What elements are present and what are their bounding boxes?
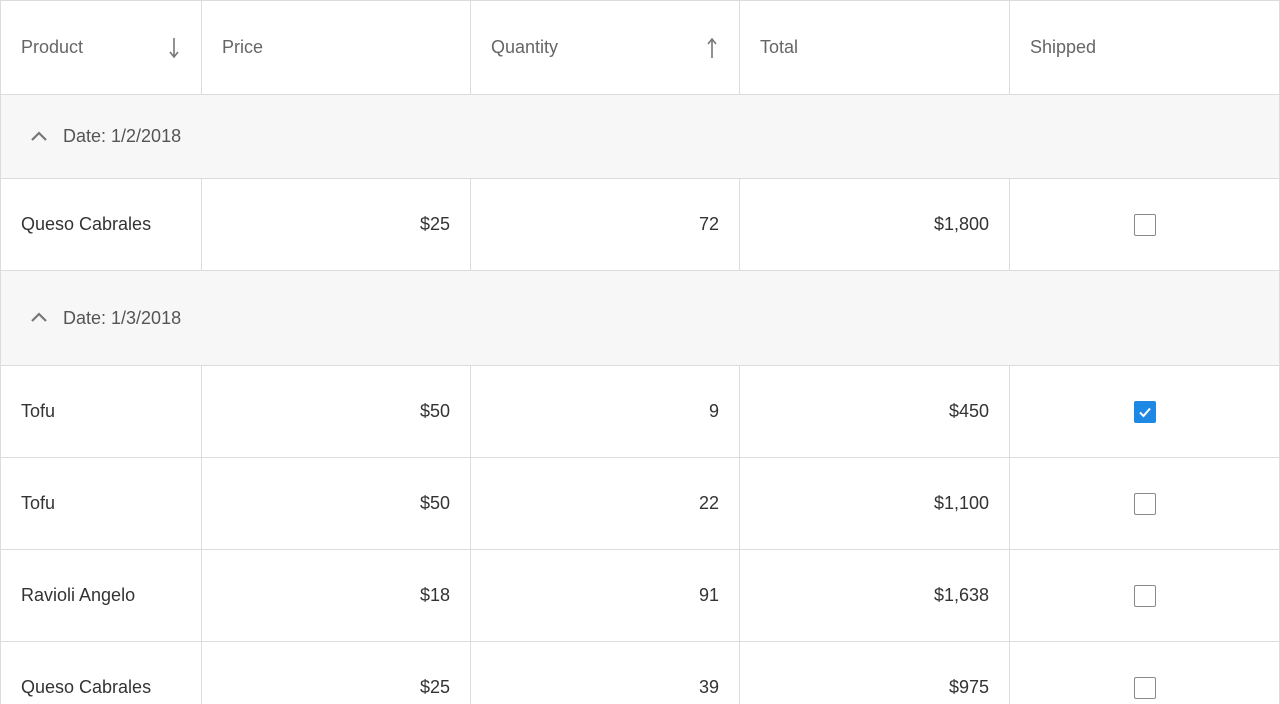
cell-quantity: 9: [471, 366, 740, 457]
cell-total: $975: [740, 642, 1010, 704]
cell-price: $25: [202, 179, 471, 270]
cell-total: $1,800: [740, 179, 1010, 270]
shipped-checkbox[interactable]: [1133, 400, 1156, 423]
shipped-checkbox[interactable]: [1133, 492, 1156, 515]
shipped-checkbox[interactable]: [1133, 584, 1156, 607]
checkmark-icon: [1138, 407, 1151, 417]
column-header-label: Price: [222, 37, 264, 57]
cell-price: $25: [202, 642, 471, 704]
group-row[interactable]: Date: 1/3/2018: [1, 271, 1279, 366]
cell-total: $1,638: [740, 550, 1010, 641]
column-header-quantity[interactable]: Quantity: [471, 1, 740, 94]
cell-product: Tofu: [1, 366, 202, 457]
column-header-shipped[interactable]: Shipped: [1010, 1, 1279, 94]
table-row[interactable]: Tofu $50 22 $1,100: [1, 458, 1279, 550]
chevron-up-icon[interactable]: [27, 125, 51, 149]
chevron-up-icon[interactable]: [27, 306, 51, 330]
shipped-checkbox[interactable]: [1133, 676, 1156, 699]
column-header-label: Product: [21, 37, 84, 57]
column-header-product[interactable]: Product: [1, 1, 202, 94]
cell-shipped: [1010, 366, 1279, 457]
column-header-price[interactable]: Price: [202, 1, 471, 94]
cell-total: $450: [740, 366, 1010, 457]
table-row[interactable]: Tofu $50 9 $450: [1, 366, 1279, 458]
cell-quantity: 39: [471, 642, 740, 704]
group-label: Date: 1/3/2018: [63, 307, 182, 328]
cell-quantity: 91: [471, 550, 740, 641]
group-label: Date: 1/2/2018: [63, 126, 182, 146]
column-header-label: Shipped: [1030, 37, 1097, 57]
shipped-checkbox[interactable]: [1133, 213, 1156, 236]
cell-price: $50: [202, 366, 471, 457]
table-row[interactable]: Ravioli Angelo $18 91 $1,638: [1, 550, 1279, 642]
group-row[interactable]: Date: 1/2/2018: [1, 95, 1279, 179]
table-row[interactable]: Queso Cabrales $25 72 $1,800: [1, 179, 1279, 271]
cell-product: Queso Cabrales: [1, 642, 202, 704]
data-grid: Product Price Quantity Total Shipped Dat…: [0, 0, 1280, 704]
cell-shipped: [1010, 550, 1279, 641]
arrow-down-icon: [167, 36, 181, 60]
cell-product: Ravioli Angelo: [1, 550, 202, 641]
arrow-up-icon: [705, 36, 719, 60]
cell-quantity: 22: [471, 458, 740, 549]
column-header-label: Total: [760, 37, 799, 57]
cell-quantity: 72: [471, 179, 740, 270]
grid-header-row: Product Price Quantity Total Shipped: [1, 0, 1279, 95]
cell-total: $1,100: [740, 458, 1010, 549]
cell-shipped: [1010, 179, 1279, 270]
cell-price: $50: [202, 458, 471, 549]
cell-shipped: [1010, 458, 1279, 549]
column-header-total[interactable]: Total: [740, 1, 1010, 94]
cell-price: $18: [202, 550, 471, 641]
cell-product: Queso Cabrales: [1, 179, 202, 270]
column-header-label: Quantity: [491, 37, 559, 57]
cell-shipped: [1010, 642, 1279, 704]
table-row[interactable]: Queso Cabrales $25 39 $975: [1, 642, 1279, 704]
cell-product: Tofu: [1, 458, 202, 549]
